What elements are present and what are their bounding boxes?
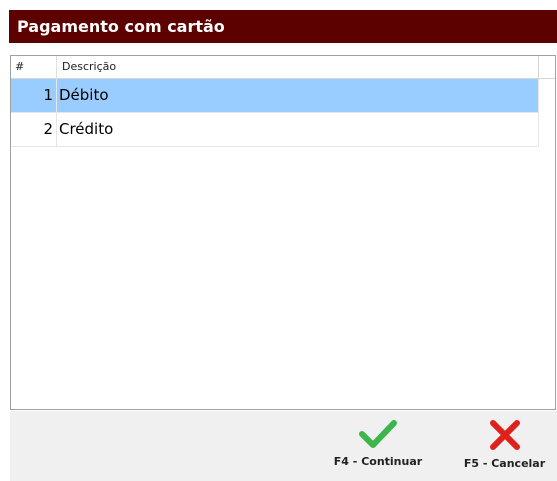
payment-type-grid[interactable]: # Descrição 1 Débito 2 Crédito [10,55,556,410]
table-row[interactable]: 1 Débito [11,79,539,113]
cancel-button[interactable]: F5 - Cancelar [452,419,557,481]
row-number: 1 [11,79,57,112]
row-number: 2 [11,113,57,146]
column-header-filler [539,56,555,78]
cancel-label: F5 - Cancelar [463,457,546,470]
grid-header: # Descrição [11,56,555,79]
column-header-number[interactable]: # [11,56,57,78]
x-icon [489,420,520,450]
continue-button[interactable]: F4 - Continuar [326,419,430,481]
checkmark-icon [359,420,397,448]
row-description: Crédito [57,113,539,146]
card-payment-dialog: Pagamento com cartão # Descrição 1 Débit… [0,0,557,481]
column-header-description[interactable]: Descrição [57,56,539,78]
dialog-title: Pagamento com cartão [9,10,557,43]
table-row[interactable]: 2 Crédito [11,113,539,147]
button-bar: F4 - Continuar F5 - Cancelar [10,411,557,481]
row-description: Débito [57,79,539,112]
continue-label: F4 - Continuar [333,455,423,468]
